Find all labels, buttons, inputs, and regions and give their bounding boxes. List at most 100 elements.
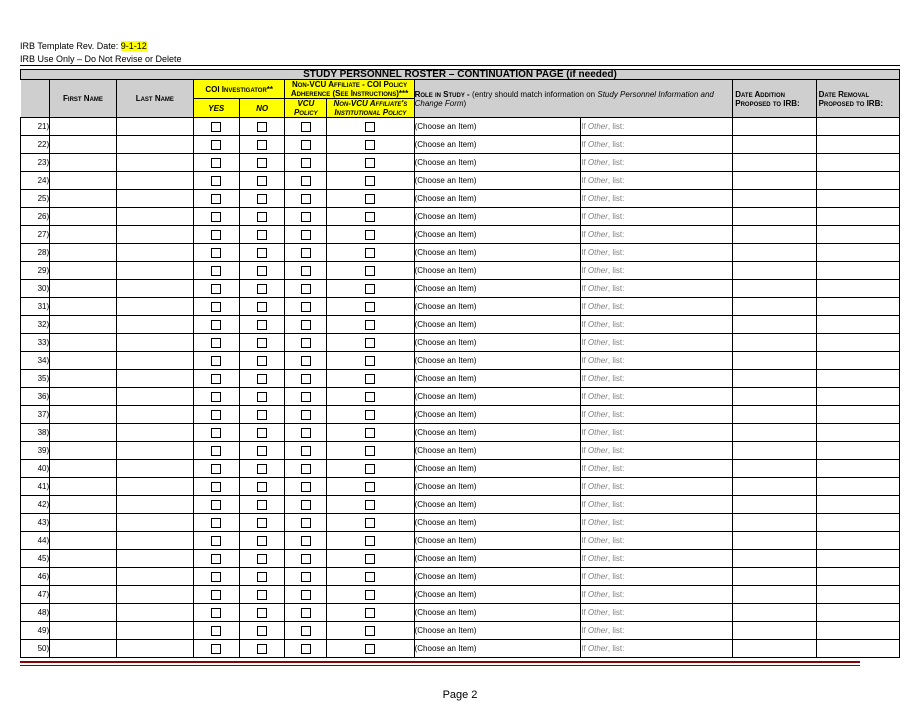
coi-yes-checkbox[interactable] <box>211 320 221 330</box>
if-other-cell[interactable]: If Other, list: <box>581 532 733 550</box>
role-choose-cell[interactable]: (Choose an Item) <box>414 190 581 208</box>
coi-no-checkbox[interactable] <box>257 140 267 150</box>
coi-no-checkbox[interactable] <box>257 500 267 510</box>
date-removal-cell[interactable] <box>816 496 899 514</box>
last-name-cell[interactable] <box>116 226 193 244</box>
coi-yes-checkbox[interactable] <box>211 248 221 258</box>
nonvcu-policy-checkbox[interactable] <box>365 284 375 294</box>
date-removal-cell[interactable] <box>816 586 899 604</box>
role-choose-cell[interactable]: (Choose an Item) <box>414 370 581 388</box>
role-choose-cell[interactable]: (Choose an Item) <box>414 622 581 640</box>
vcu-policy-checkbox[interactable] <box>301 410 311 420</box>
coi-no-checkbox[interactable] <box>257 428 267 438</box>
role-choose-cell[interactable]: (Choose an Item) <box>414 262 581 280</box>
first-name-cell[interactable] <box>50 316 117 334</box>
last-name-cell[interactable] <box>116 334 193 352</box>
vcu-policy-checkbox[interactable] <box>301 608 311 618</box>
last-name-cell[interactable] <box>116 478 193 496</box>
last-name-cell[interactable] <box>116 190 193 208</box>
coi-yes-checkbox[interactable] <box>211 500 221 510</box>
coi-yes-checkbox[interactable] <box>211 212 221 222</box>
date-addition-cell[interactable] <box>733 298 816 316</box>
role-choose-cell[interactable]: (Choose an Item) <box>414 640 581 658</box>
date-addition-cell[interactable] <box>733 406 816 424</box>
vcu-policy-checkbox[interactable] <box>301 644 311 654</box>
first-name-cell[interactable] <box>50 496 117 514</box>
date-addition-cell[interactable] <box>733 280 816 298</box>
role-choose-cell[interactable]: (Choose an Item) <box>414 586 581 604</box>
last-name-cell[interactable] <box>116 136 193 154</box>
nonvcu-policy-checkbox[interactable] <box>365 554 375 564</box>
nonvcu-policy-checkbox[interactable] <box>365 482 375 492</box>
nonvcu-policy-checkbox[interactable] <box>365 518 375 528</box>
nonvcu-policy-checkbox[interactable] <box>365 338 375 348</box>
coi-no-checkbox[interactable] <box>257 392 267 402</box>
role-choose-cell[interactable]: (Choose an Item) <box>414 352 581 370</box>
vcu-policy-checkbox[interactable] <box>301 572 311 582</box>
role-choose-cell[interactable]: (Choose an Item) <box>414 478 581 496</box>
nonvcu-policy-checkbox[interactable] <box>365 212 375 222</box>
if-other-cell[interactable]: If Other, list: <box>581 280 733 298</box>
first-name-cell[interactable] <box>50 226 117 244</box>
vcu-policy-checkbox[interactable] <box>301 158 311 168</box>
role-choose-cell[interactable]: (Choose an Item) <box>414 442 581 460</box>
role-choose-cell[interactable]: (Choose an Item) <box>414 334 581 352</box>
date-addition-cell[interactable] <box>733 622 816 640</box>
first-name-cell[interactable] <box>50 244 117 262</box>
last-name-cell[interactable] <box>116 424 193 442</box>
coi-yes-checkbox[interactable] <box>211 572 221 582</box>
coi-no-checkbox[interactable] <box>257 212 267 222</box>
date-removal-cell[interactable] <box>816 640 899 658</box>
coi-yes-checkbox[interactable] <box>211 140 221 150</box>
last-name-cell[interactable] <box>116 280 193 298</box>
role-choose-cell[interactable]: (Choose an Item) <box>414 514 581 532</box>
role-choose-cell[interactable]: (Choose an Item) <box>414 118 581 136</box>
date-removal-cell[interactable] <box>816 226 899 244</box>
if-other-cell[interactable]: If Other, list: <box>581 352 733 370</box>
if-other-cell[interactable]: If Other, list: <box>581 208 733 226</box>
vcu-policy-checkbox[interactable] <box>301 194 311 204</box>
date-removal-cell[interactable] <box>816 604 899 622</box>
coi-no-checkbox[interactable] <box>257 158 267 168</box>
date-removal-cell[interactable] <box>816 370 899 388</box>
date-addition-cell[interactable] <box>733 154 816 172</box>
coi-no-checkbox[interactable] <box>257 536 267 546</box>
date-addition-cell[interactable] <box>733 514 816 532</box>
if-other-cell[interactable]: If Other, list: <box>581 622 733 640</box>
coi-no-checkbox[interactable] <box>257 410 267 420</box>
last-name-cell[interactable] <box>116 406 193 424</box>
nonvcu-policy-checkbox[interactable] <box>365 158 375 168</box>
last-name-cell[interactable] <box>116 442 193 460</box>
coi-yes-checkbox[interactable] <box>211 122 221 132</box>
last-name-cell[interactable] <box>116 550 193 568</box>
coi-yes-checkbox[interactable] <box>211 158 221 168</box>
first-name-cell[interactable] <box>50 352 117 370</box>
date-removal-cell[interactable] <box>816 244 899 262</box>
nonvcu-policy-checkbox[interactable] <box>365 140 375 150</box>
date-removal-cell[interactable] <box>816 298 899 316</box>
last-name-cell[interactable] <box>116 568 193 586</box>
if-other-cell[interactable]: If Other, list: <box>581 136 733 154</box>
first-name-cell[interactable] <box>50 388 117 406</box>
first-name-cell[interactable] <box>50 136 117 154</box>
first-name-cell[interactable] <box>50 154 117 172</box>
first-name-cell[interactable] <box>50 622 117 640</box>
nonvcu-policy-checkbox[interactable] <box>365 374 375 384</box>
if-other-cell[interactable]: If Other, list: <box>581 640 733 658</box>
coi-yes-checkbox[interactable] <box>211 302 221 312</box>
coi-no-checkbox[interactable] <box>257 248 267 258</box>
if-other-cell[interactable]: If Other, list: <box>581 442 733 460</box>
first-name-cell[interactable] <box>50 424 117 442</box>
if-other-cell[interactable]: If Other, list: <box>581 604 733 622</box>
date-addition-cell[interactable] <box>733 478 816 496</box>
coi-no-checkbox[interactable] <box>257 626 267 636</box>
role-choose-cell[interactable]: (Choose an Item) <box>414 136 581 154</box>
date-addition-cell[interactable] <box>733 118 816 136</box>
nonvcu-policy-checkbox[interactable] <box>365 644 375 654</box>
date-removal-cell[interactable] <box>816 388 899 406</box>
nonvcu-policy-checkbox[interactable] <box>365 410 375 420</box>
vcu-policy-checkbox[interactable] <box>301 590 311 600</box>
if-other-cell[interactable]: If Other, list: <box>581 424 733 442</box>
coi-yes-checkbox[interactable] <box>211 590 221 600</box>
nonvcu-policy-checkbox[interactable] <box>365 356 375 366</box>
